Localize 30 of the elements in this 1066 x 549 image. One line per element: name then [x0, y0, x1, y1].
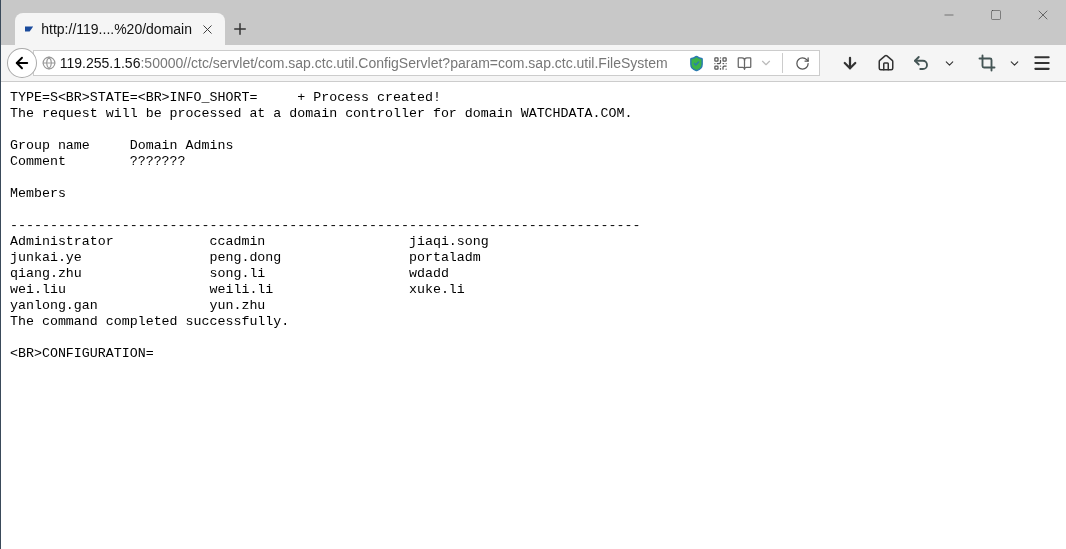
output-line: The request will be processed at a domain controller for domain WATCHDATA.COM. — [10, 106, 634, 122]
output-line: TYPE=S<BR>STATE=<BR>INFO_SHORT= + Process created! — [10, 90, 442, 106]
separator-line: ------------------------------------------------------------------------------- — [10, 218, 642, 234]
member-name: wei.liu — [10, 282, 67, 298]
site-logo-icon — [25, 24, 34, 34]
back-button[interactable] — [7, 48, 37, 78]
url-text: 119.255.1.56:50000//ctc/servlet/com.sap.ctc.util.ConfigServlet?param=com.sap.ctc.util.FileSystem — [59, 55, 669, 71]
member-name: song.li — [209, 266, 267, 282]
field-value: ??????? — [129, 154, 186, 170]
field-value: Domain Admins — [129, 138, 234, 154]
field-label: Group name — [10, 138, 91, 154]
member-name: wdadd — [408, 266, 450, 282]
member-name: ccadmin — [209, 234, 267, 250]
members-heading: Members — [10, 186, 67, 202]
member-name: Administrator — [10, 234, 115, 250]
member-name: xuke.li — [408, 282, 466, 298]
member-name: peng.dong — [209, 250, 283, 266]
address-bar[interactable]: 119.255.1.56:50000//ctc/servlet/com.sap.ctc.util.ConfigServlet?param=com.sap.ctc.util.FileSystem — [32, 50, 821, 76]
member-name: junkai.ye — [10, 250, 83, 266]
field-label: Comment — [10, 154, 67, 170]
member-name: yun.zhu — [209, 298, 267, 314]
member-name: weili.li — [209, 282, 275, 298]
member-name: qiang.zhu — [10, 266, 83, 282]
member-name: jiaqi.song — [408, 234, 490, 250]
globe-icon — [41, 56, 56, 70]
output-line: <BR>CONFIGURATION= — [10, 346, 155, 362]
browser-tab[interactable]: http://119....%20/domain — [15, 13, 225, 45]
member-name: yanlong.gan — [10, 298, 99, 314]
status-line: The command completed successfully. — [10, 314, 291, 330]
member-name: portaladm — [408, 250, 482, 266]
